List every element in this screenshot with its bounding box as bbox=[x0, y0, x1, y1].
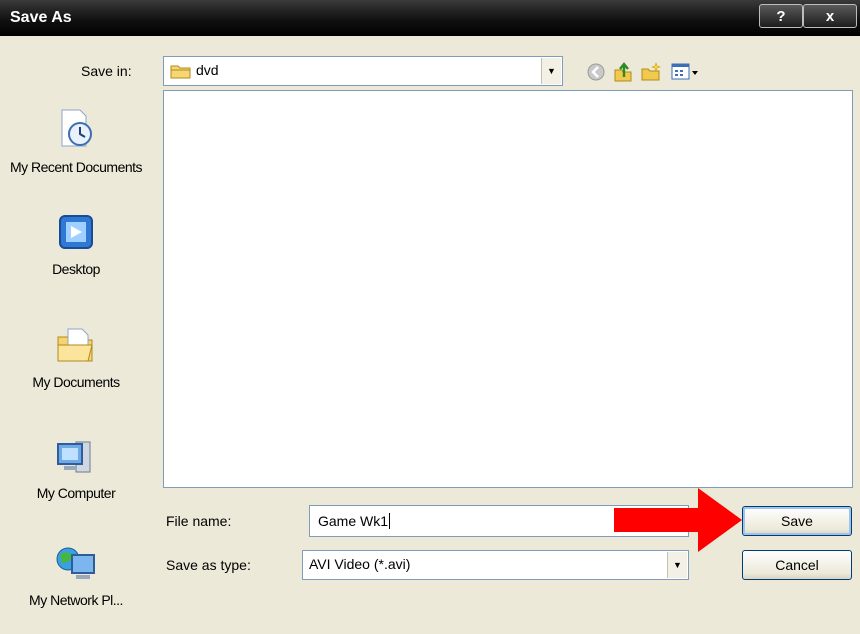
file-name-label: File name: bbox=[166, 513, 232, 529]
text-caret bbox=[389, 513, 391, 529]
save-type-value: AVI Video (*.avi) bbox=[309, 556, 411, 572]
save-in-value: dvd bbox=[196, 62, 219, 78]
my-network-icon bbox=[0, 543, 152, 587]
places-my-network[interactable]: My Network Pl... bbox=[0, 543, 152, 609]
places-my-computer[interactable]: My Computer bbox=[0, 436, 152, 502]
my-documents-icon bbox=[0, 325, 152, 369]
up-folder-icon[interactable] bbox=[611, 60, 635, 84]
places-label: My Network Pl... bbox=[29, 592, 123, 608]
places-label: Desktop bbox=[52, 261, 100, 277]
places-desktop[interactable]: Desktop bbox=[0, 214, 152, 278]
desktop-icon bbox=[0, 214, 152, 256]
places-label: My Recent Documents bbox=[9, 159, 143, 175]
file-name-value: Game Wk1 bbox=[318, 513, 389, 529]
folder-icon bbox=[170, 63, 192, 82]
close-button[interactable]: x bbox=[803, 4, 857, 28]
save-type-label: Save as type: bbox=[166, 557, 251, 573]
save-in-dropdown[interactable]: dvd ▼ bbox=[163, 56, 563, 86]
file-list[interactable] bbox=[163, 90, 853, 488]
recent-documents-icon bbox=[0, 108, 152, 154]
back-icon[interactable] bbox=[584, 60, 608, 84]
save-in-label: Save in: bbox=[81, 63, 132, 79]
red-arrow-annotation bbox=[614, 488, 744, 555]
places-label: My Documents bbox=[32, 374, 120, 390]
title-bar[interactable]: Save As ? x bbox=[0, 0, 860, 36]
places-recent-documents[interactable]: My Recent Documents bbox=[0, 108, 152, 176]
save-as-dialog: Save As ? x Save in: dvd ▼ My Recent Doc… bbox=[0, 0, 860, 634]
new-folder-icon[interactable] bbox=[639, 60, 663, 84]
my-computer-icon bbox=[0, 436, 152, 480]
window-title: Save As bbox=[10, 9, 72, 26]
places-my-documents[interactable]: My Documents bbox=[0, 325, 152, 391]
help-button[interactable]: ? bbox=[759, 4, 803, 28]
places-label: My Computer bbox=[36, 485, 116, 501]
views-menu-icon[interactable] bbox=[668, 60, 702, 84]
chevron-down-icon[interactable]: ▼ bbox=[667, 552, 687, 578]
chevron-down-icon[interactable]: ▼ bbox=[541, 58, 561, 84]
save-button[interactable]: Save bbox=[742, 506, 852, 536]
cancel-button[interactable]: Cancel bbox=[742, 550, 852, 580]
